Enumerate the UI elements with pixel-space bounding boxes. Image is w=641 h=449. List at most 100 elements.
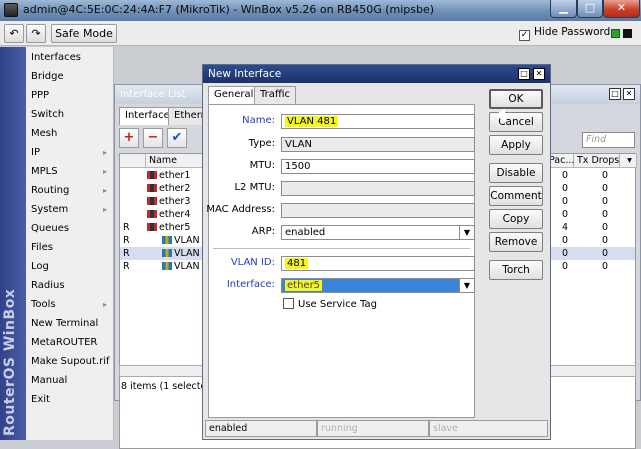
sidebar-item-label: PPP [31,90,50,101]
row-name: ether4 [159,209,191,220]
type-label: Type: [248,138,275,149]
dropdown-arrow-icon[interactable]: ▼ [459,226,474,239]
close-window-icon[interactable]: ✕ [533,68,545,80]
sidebar-item-radius[interactable]: Radius [26,276,114,295]
name-field[interactable]: VLAN 481 [281,114,475,129]
hide-passwords-label: Hide Passwords [534,26,616,38]
row-rx: 0 [561,248,569,259]
winbox-app-icon [4,3,18,17]
undo-button[interactable]: ↶ [4,24,24,43]
vlan-id-field[interactable]: 481 [281,256,475,271]
dialog-title: New Interface [208,68,282,80]
disable-button[interactable]: Disable [489,163,543,183]
hide-passwords-toggle[interactable]: ✓ Hide Passwords [519,26,616,41]
sidebar-item-ppp[interactable]: PPP [26,86,114,105]
status-led-black [623,29,632,38]
sidebar-item-log[interactable]: Log [26,257,114,276]
copy-button[interactable]: Copy [489,209,543,229]
use-service-tag-option[interactable]: Use Service Tag [283,298,377,310]
sidebar-item-label: Files [31,242,53,253]
sidebar-item-switch[interactable]: Switch [26,105,114,124]
sidebar-item-label: New Terminal [31,318,99,329]
close-button[interactable]: ✕ [603,0,640,18]
sidebar-item-label: Switch [31,109,65,120]
row-tx: 0 [601,248,609,259]
general-panel: Name: VLAN 481 Type: VLAN MTU: 1500 L2 M… [206,104,475,418]
sidebar-item-exit[interactable]: Exit [26,390,114,409]
sidebar-item-label: Manual [31,375,68,386]
mac-address-label: MAC Address: [206,204,275,215]
vlan-interface-icon [162,262,172,270]
window-title: admin@4C:5E:0C:24:4A:F7 (MikroTik) - Win… [23,3,435,16]
maximize-button[interactable]: □ [577,0,603,18]
sidebar-item-label: Queues [31,223,70,234]
sidebar-item-files[interactable]: Files [26,238,114,257]
safe-mode-button[interactable]: Safe Mode [51,24,117,43]
sidebar-item-metarouter[interactable]: MetaROUTER [26,333,114,352]
column-header-flags[interactable] [120,154,146,168]
column-menu-icon[interactable]: ▾ [620,154,637,168]
arp-select[interactable]: enabled ▼ [281,225,475,240]
tab-general[interactable]: General [208,86,260,104]
column-header-tx-drops[interactable]: Tx Drops [574,154,620,168]
mtu-field[interactable]: 1500 [281,159,475,174]
minimize-button[interactable]: ▁ [550,0,577,18]
interface-list-toolbar: + − ✔ [119,128,209,150]
redo-button[interactable]: ↷ [26,24,46,43]
sidebar-menu: Interfaces Bridge PPP Switch Mesh IP ▸ MP… [26,47,114,440]
sidebar-item-label: Tools [31,299,56,310]
sidebar-item-make-supout[interactable]: Make Supout.rif [26,352,114,371]
row-tx: 0 [601,261,609,272]
sidebar-item-bridge[interactable]: Bridge [26,67,114,86]
sidebar-item-mesh[interactable]: Mesh [26,124,114,143]
dialog-titlebar: New Interface □ ✕ [203,65,550,83]
close-window-icon[interactable]: ✕ [623,88,635,100]
sidebar-item-system[interactable]: System ▸ [26,200,114,219]
ethernet-interface-icon [147,171,157,179]
restore-window-icon[interactable]: □ [518,68,530,80]
sidebar-item-interfaces[interactable]: Interfaces [26,48,114,67]
row-tx: 0 [601,196,609,207]
find-input[interactable]: Find [582,132,635,148]
row-tx: 0 [601,170,609,181]
remove-icon[interactable]: − [143,128,163,148]
tab-traffic[interactable]: Traffic [254,86,297,104]
sidebar-brand-strip: RouterOS WinBox [0,47,26,440]
interface-list-title: Interface List [120,89,186,100]
ok-button[interactable]: OK [489,89,543,109]
use-service-tag-checkbox[interactable] [283,298,294,309]
row-rx: 0 [561,209,569,220]
l2mtu-label: L2 MTU: [234,182,275,193]
sidebar-item-new-terminal[interactable]: New Terminal [26,314,114,333]
interface-select[interactable]: ether5 ▼ [281,278,475,293]
sidebar-item-tools[interactable]: Tools ▸ [26,295,114,314]
enable-check-icon[interactable]: ✔ [167,128,187,148]
sidebar-item-mpls[interactable]: MPLS ▸ [26,162,114,181]
row-rx: 0 [561,183,569,194]
sidebar-item-routing[interactable]: Routing ▸ [26,181,114,200]
comment-button[interactable]: Comment [489,186,543,206]
row-name: ether1 [159,170,191,181]
sidebar-item-manual[interactable]: Manual [26,371,114,390]
submenu-arrow-icon: ▸ [102,167,107,176]
dropdown-arrow-icon[interactable]: ▼ [459,279,474,292]
add-icon[interactable]: + [119,128,139,148]
submenu-arrow-icon: ▸ [102,186,107,195]
torch-button[interactable]: Torch [489,260,543,280]
sidebar-item-label: Exit [31,394,50,405]
brand-text: RouterOS WinBox [2,288,18,436]
apply-button[interactable]: Apply [489,135,543,155]
remove-button[interactable]: Remove [489,232,543,252]
sidebar-item-label: Bridge [31,71,64,82]
sidebar-item-label: Interfaces [31,52,81,63]
row-name: ether2 [159,183,191,194]
restore-window-icon[interactable]: □ [609,88,621,100]
sidebar-item-queues[interactable]: Queues [26,219,114,238]
sidebar-item-ip[interactable]: IP ▸ [26,143,114,162]
vlan-id-label: VLAN ID: [230,257,275,268]
sidebar-item-label: Mesh [31,128,58,139]
sidebar-item-label: System [31,204,69,215]
vlan-interface-icon [162,236,172,244]
type-field: VLAN [281,137,475,152]
hide-passwords-checkbox[interactable]: ✓ [519,30,530,41]
